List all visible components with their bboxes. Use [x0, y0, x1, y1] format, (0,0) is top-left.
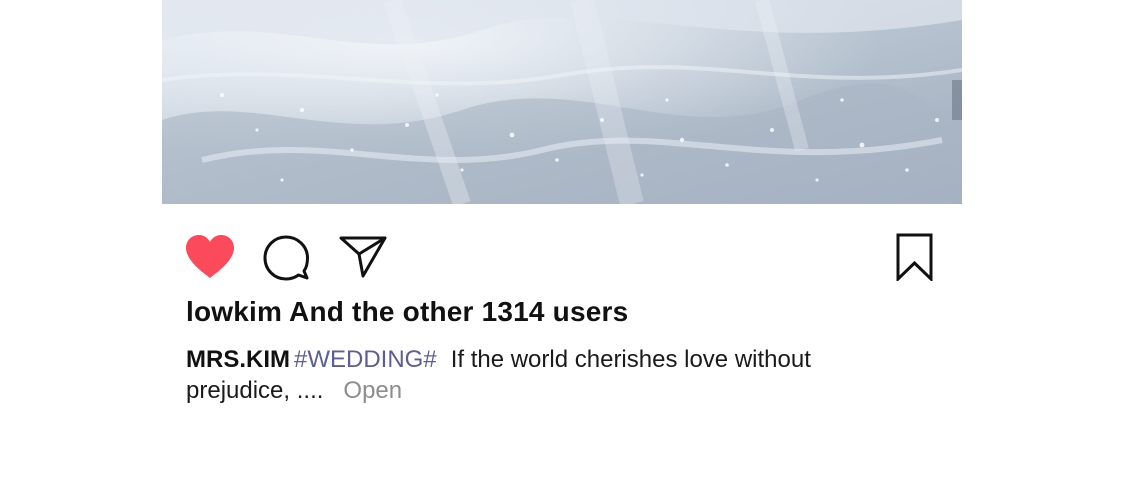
- bookmark-icon[interactable]: [895, 233, 935, 283]
- open-more-link[interactable]: Open: [343, 377, 402, 404]
- post-action-bar: [162, 204, 962, 290]
- comment-bubble-icon[interactable]: [263, 235, 309, 281]
- caption-author[interactable]: MRS.KIM: [186, 346, 290, 373]
- wedding-dress-image: [162, 0, 962, 204]
- heart-icon[interactable]: [184, 234, 236, 280]
- post-photo[interactable]: [162, 0, 962, 204]
- caption-hashtag[interactable]: #WEDDING#: [294, 346, 437, 373]
- likes-summary[interactable]: lowkim And the other 1314 users: [186, 296, 628, 328]
- post-card: lowkim And the other 1314 users MRS.KIM #…: [162, 0, 962, 485]
- post-caption: MRS.KIM #WEDDING# If the world cherishes l…: [186, 344, 886, 406]
- send-paper-plane-icon[interactable]: [339, 234, 387, 278]
